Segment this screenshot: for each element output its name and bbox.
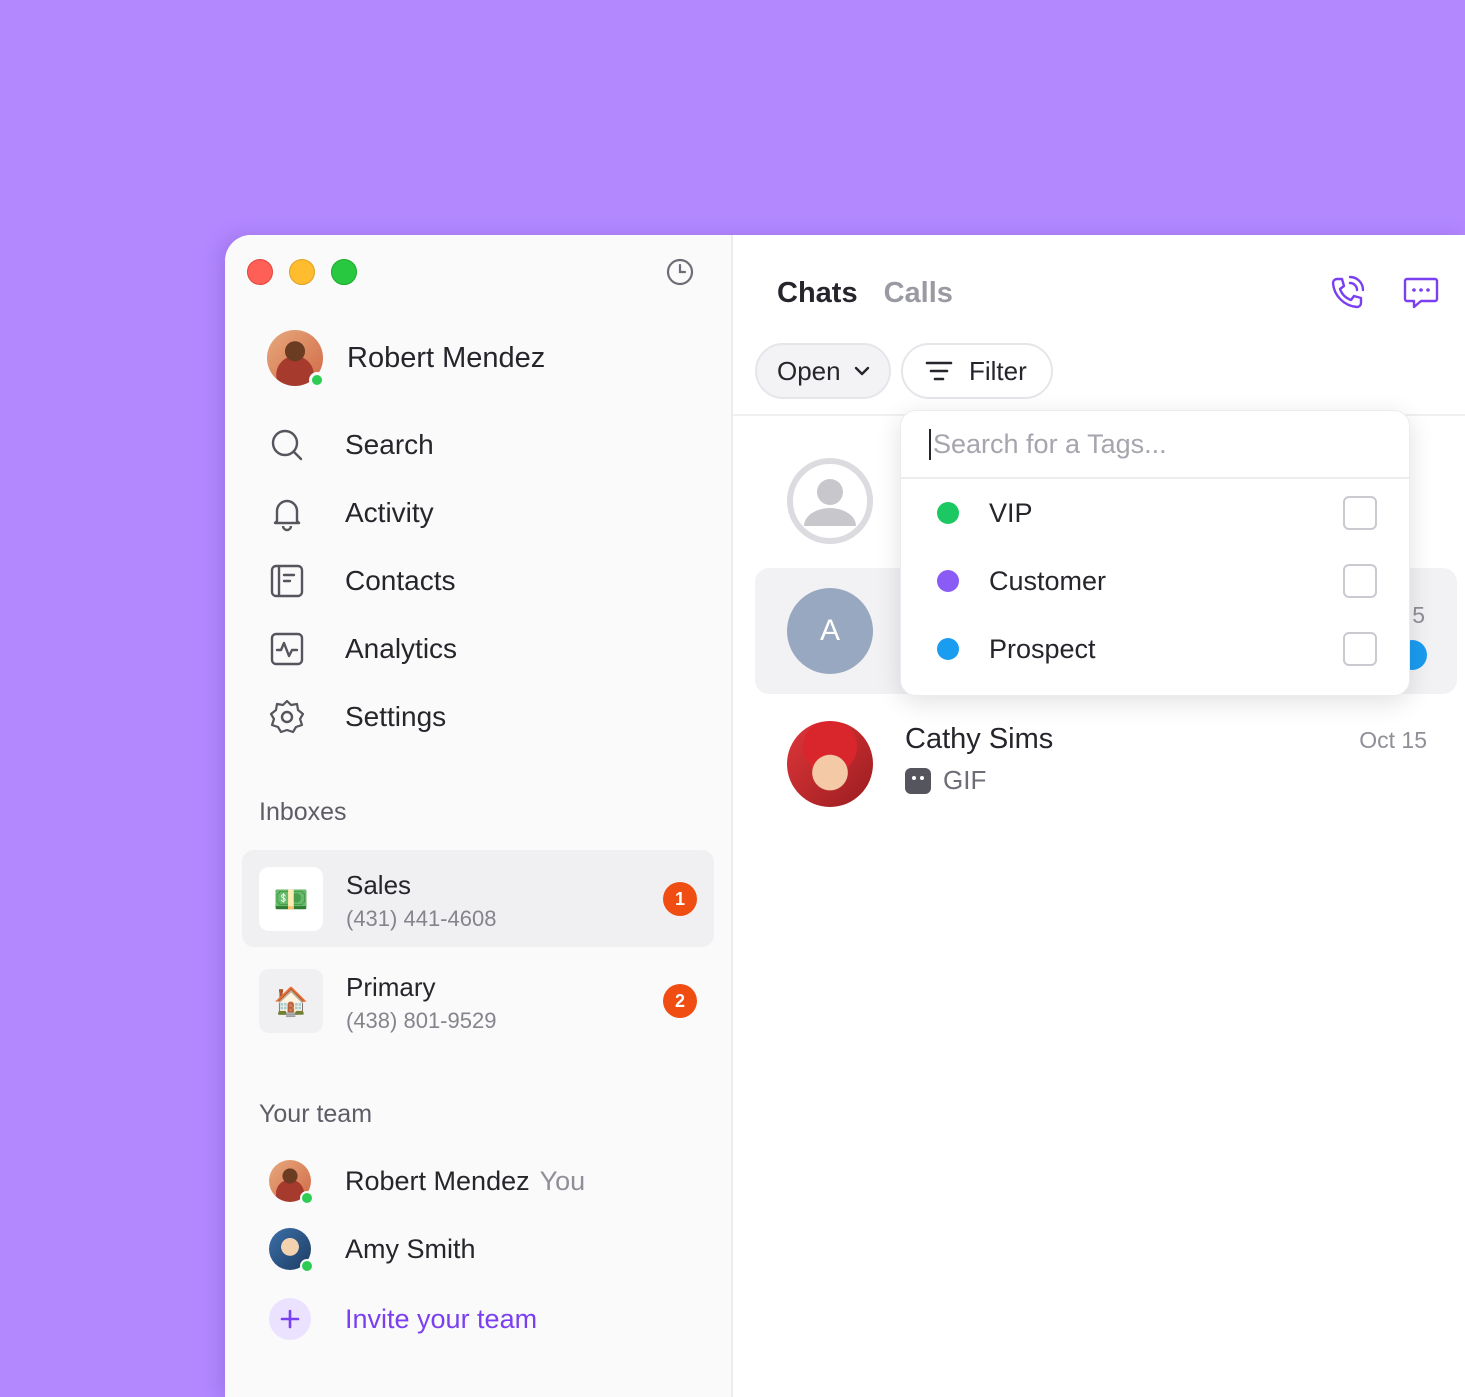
team-member-robert[interactable]: Robert Mendez You: [269, 1160, 586, 1205]
nav-item-contacts[interactable]: Contacts: [267, 547, 707, 615]
chat-row-cathy[interactable]: Cathy Sims Oct 15 GIF: [755, 701, 1457, 827]
search-icon: [271, 429, 303, 461]
bell-icon: [273, 499, 301, 532]
user-profile[interactable]: Robert Mendez: [267, 330, 546, 388]
chat-preview: GIF: [905, 765, 986, 796]
tag-label: Customer: [989, 565, 1107, 596]
analytics-icon: [270, 632, 304, 666]
minimize-window-button[interactable]: [289, 259, 315, 285]
clock-icon[interactable]: [665, 257, 695, 287]
phone-call-icon[interactable]: [1327, 273, 1367, 313]
profile-name: Robert Mendez: [347, 341, 546, 374]
plus-icon: [269, 1298, 311, 1340]
chat-date: Oct 15: [1359, 727, 1427, 753]
chat-preview-text: GIF: [943, 765, 987, 795]
chat-date: 5: [1412, 602, 1425, 628]
tag-option-customer[interactable]: Customer: [901, 547, 1409, 615]
filter-icon: [925, 361, 953, 381]
nav-item-label: Contacts: [345, 565, 456, 596]
chevron-down-icon: [854, 366, 869, 376]
invite-label: Invite your team: [345, 1303, 538, 1334]
tag-filter-dropdown: VIP Customer Prospect: [900, 410, 1410, 696]
avatar: [267, 330, 325, 388]
online-status-dot: [309, 372, 325, 388]
nav-item-search[interactable]: Search: [267, 411, 707, 479]
tag-color-dot: [937, 502, 959, 524]
sidebar-nav: Search Activity Contacts Analytics Setti…: [267, 411, 707, 751]
team-member-name: Amy Smith: [345, 1233, 476, 1264]
tag-checkbox[interactable]: [1343, 564, 1377, 598]
money-icon: 💵: [259, 867, 323, 931]
tab-bar: Chats Calls: [777, 277, 953, 310]
tag-color-dot: [937, 570, 959, 592]
window-controls: [247, 259, 357, 285]
nav-item-settings[interactable]: Settings: [267, 683, 707, 751]
nav-item-analytics[interactable]: Analytics: [267, 615, 707, 683]
tag-label: Prospect: [989, 633, 1096, 664]
tag-label: VIP: [989, 497, 1033, 528]
nav-item-label: Activity: [345, 497, 434, 528]
avatar-placeholder: [787, 458, 873, 544]
tab-calls[interactable]: Calls: [884, 277, 953, 310]
tag-checkbox[interactable]: [1343, 496, 1377, 530]
invite-team-button[interactable]: Invite your team: [269, 1298, 537, 1340]
avatar: [787, 721, 873, 807]
nav-item-activity[interactable]: Activity: [267, 479, 707, 547]
tag-option-vip[interactable]: VIP: [901, 479, 1409, 547]
new-message-icon[interactable]: [1401, 273, 1441, 313]
unread-badge: 2: [663, 984, 697, 1018]
tag-color-dot: [937, 638, 959, 660]
inbox-phone: (438) 801-9529: [346, 1008, 497, 1033]
team-heading: Your team: [259, 1100, 373, 1128]
you-tag: You: [539, 1165, 586, 1196]
nav-item-label: Search: [345, 429, 434, 460]
filter-label: Filter: [969, 355, 1027, 386]
tag-search-row: [901, 411, 1409, 479]
team-member-amy[interactable]: Amy Smith: [269, 1228, 476, 1273]
status-label: Open: [777, 355, 841, 386]
inbox-phone: (431) 441-4608: [346, 906, 497, 931]
inbox-name: Primary: [346, 972, 436, 1002]
inbox-name: Sales: [346, 870, 412, 900]
inboxes-heading: Inboxes: [259, 798, 347, 826]
nav-item-label: Settings: [345, 701, 447, 732]
online-status-dot: [300, 1191, 314, 1205]
inbox-sales[interactable]: 💵 Sales (431) 441-4608 1: [242, 850, 714, 947]
nav-item-label: Analytics: [345, 633, 458, 664]
tab-chats[interactable]: Chats: [777, 277, 858, 310]
close-window-button[interactable]: [247, 259, 273, 285]
tag-search-input[interactable]: [929, 428, 1369, 460]
sidebar: Robert Mendez Search Activity Contacts A…: [225, 235, 733, 1397]
tag-option-prospect[interactable]: Prospect: [901, 615, 1409, 683]
tag-checkbox[interactable]: [1343, 632, 1377, 666]
filter-button[interactable]: Filter: [901, 343, 1053, 399]
maximize-window-button[interactable]: [331, 259, 357, 285]
avatar-letter: A: [787, 588, 873, 674]
unread-badge: 1: [663, 882, 697, 916]
header-actions: [1327, 273, 1441, 313]
team-member-name: Robert Mendez: [345, 1165, 530, 1196]
app-window: Robert Mendez Search Activity Contacts A…: [225, 235, 1465, 1397]
chat-name: Cathy Sims: [905, 723, 1054, 755]
contacts-icon: [270, 564, 304, 598]
house-icon: 🏠: [259, 969, 323, 1033]
online-status-dot: [300, 1259, 314, 1273]
status-dropdown[interactable]: Open: [755, 343, 891, 399]
gear-icon: [269, 699, 305, 734]
inbox-primary[interactable]: 🏠 Primary (438) 801-9529 2: [242, 952, 714, 1049]
gif-icon: [905, 767, 931, 794]
avatar: [269, 1160, 314, 1205]
avatar: [269, 1228, 314, 1273]
